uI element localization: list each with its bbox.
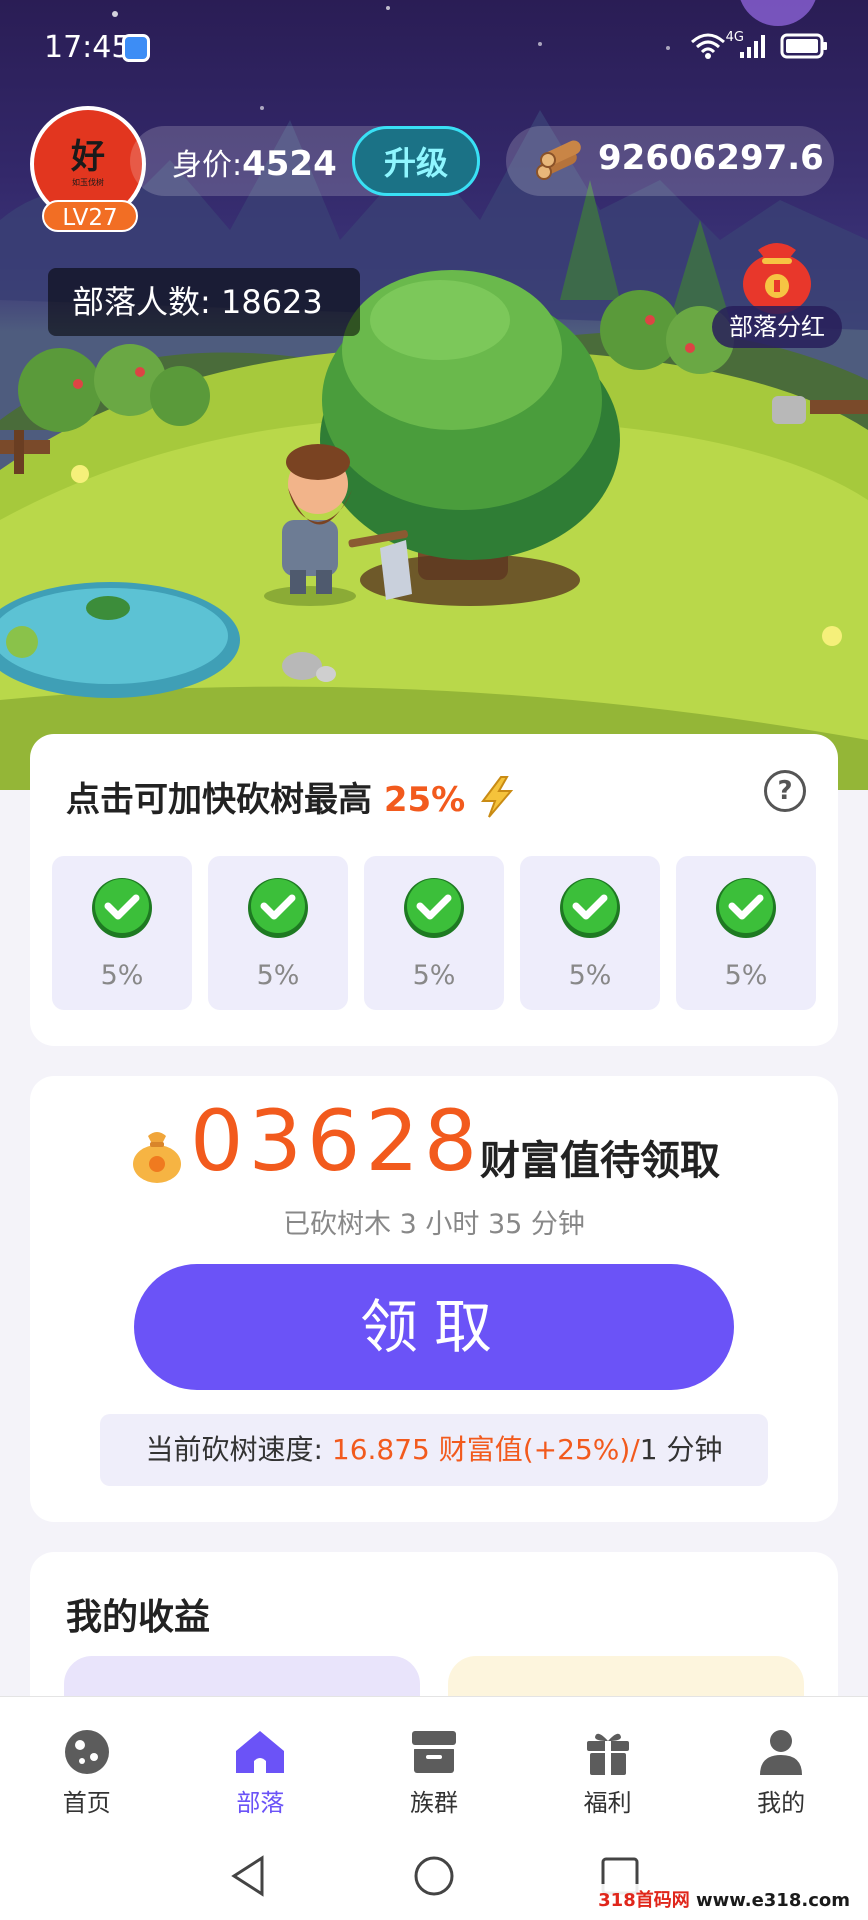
- avatar-glyph: 好: [71, 136, 105, 177]
- worth-display: 身价:4524: [172, 140, 337, 184]
- status-icons: [690, 32, 828, 64]
- boost-step-pct: 5%: [724, 960, 768, 991]
- level-badge: LV27: [42, 200, 138, 232]
- tribe-member-count: 部落人数: 18623: [48, 268, 360, 336]
- check-circle-icon: [92, 878, 152, 938]
- tribe-count-label: 部落人数:: [72, 283, 211, 321]
- tab-label: 部落: [236, 1789, 285, 1817]
- system-navigation-bar: 318首码网 www.e318.com: [0, 1828, 868, 1920]
- signal-icon: [738, 32, 768, 64]
- check-circle-icon: [404, 878, 464, 938]
- speed-value: 16.875 财富值(+25%)/: [331, 1433, 640, 1466]
- tab-tribe[interactable]: 部落: [174, 1697, 348, 1828]
- watermark-right: www.e318.com: [689, 1890, 850, 1911]
- upgrade-button[interactable]: 升级: [352, 126, 480, 196]
- tab-label: 我的: [757, 1789, 806, 1817]
- worth-value: 4524: [242, 144, 337, 184]
- user-icon: [760, 1730, 803, 1775]
- boost-step[interactable]: 5%: [208, 856, 348, 1010]
- boost-step[interactable]: 5%: [520, 856, 660, 1010]
- app-notification-icon: [122, 34, 150, 62]
- status-time: 17:45: [44, 30, 131, 65]
- back-icon[interactable]: [228, 1854, 272, 1898]
- boost-step[interactable]: 5%: [364, 856, 504, 1010]
- worth-label: 身价:: [172, 148, 243, 183]
- battery-icon: [780, 32, 828, 64]
- boost-step-pct: 5%: [256, 960, 300, 991]
- speed-label: 当前砍树速度:: [145, 1433, 323, 1466]
- check-circle-icon: [248, 878, 308, 938]
- wealth-pending-value: 03628: [190, 1092, 483, 1190]
- store-icon: [411, 1731, 456, 1773]
- wood-logs-icon: [534, 138, 586, 186]
- site-watermark: 318首码网 www.e318.com: [592, 1884, 856, 1914]
- boost-step-pct: 5%: [568, 960, 612, 991]
- planet-icon: [64, 1730, 109, 1774]
- money-bag-icon: [133, 1132, 181, 1183]
- tribe-dividend-label[interactable]: 部落分红: [712, 306, 842, 348]
- elapsed-time: 已砍树木 3 小时 35 分钟: [283, 1209, 585, 1240]
- tab-home[interactable]: 首页: [0, 1697, 174, 1828]
- wealth-pending-label: 财富值待领取: [480, 1138, 720, 1184]
- lightning-icon: [481, 776, 514, 818]
- boost-step-pct: 5%: [100, 960, 144, 991]
- tab-me[interactable]: 我的: [694, 1697, 868, 1828]
- gift-icon: [586, 1733, 629, 1775]
- income-title: 我的收益: [66, 1597, 211, 1638]
- game-scene[interactable]: [0, 0, 868, 790]
- tab-label: 福利: [583, 1789, 632, 1817]
- boost-title: 点击可加快砍树最高 25%: [66, 772, 517, 821]
- tab-label: 首页: [62, 1789, 111, 1817]
- avatar-subtext: 如玉伐树: [72, 178, 104, 187]
- check-circle-icon: [560, 878, 620, 938]
- chop-speed: 当前砍树速度: 16.875 财富值(+25%)/1 分钟: [100, 1414, 768, 1486]
- home-icon: [236, 1731, 285, 1773]
- help-icon[interactable]: ?: [764, 770, 806, 812]
- boost-step[interactable]: 5%: [676, 856, 816, 1010]
- wealth-card: 03628 财富值待领取 已砍树木 3 小时 35 分钟 领取 当前砍树速度: …: [30, 1076, 838, 1522]
- status-bar: 17:45 4G: [0, 0, 868, 96]
- boost-step[interactable]: 5%: [52, 856, 192, 1010]
- wood-balance-value: 92606297.6: [598, 138, 824, 178]
- watermark-left: 318首码网: [598, 1890, 690, 1911]
- speed-unit: 1 分钟: [639, 1433, 723, 1466]
- boost-step-pct: 5%: [412, 960, 456, 991]
- tab-welfare[interactable]: 福利: [521, 1697, 695, 1828]
- home-nav-icon[interactable]: [412, 1854, 456, 1898]
- scene-illustration: [0, 0, 868, 790]
- claim-button[interactable]: 领取: [134, 1264, 734, 1390]
- boost-card: 点击可加快砍树最高 25% ? 5% 5% 5% 5% 5%: [30, 734, 838, 1046]
- tab-label: 族群: [409, 1789, 458, 1817]
- bottom-tab-bar: 首页 部落 族群 福利 我的: [0, 1696, 868, 1828]
- wifi-icon: [690, 32, 726, 64]
- boost-title-text: 点击可加快砍树最高: [66, 780, 372, 820]
- check-circle-icon: [716, 878, 776, 938]
- boost-title-highlight: 25%: [383, 780, 466, 820]
- tribe-count-value: 18623: [220, 283, 323, 321]
- tab-group[interactable]: 族群: [347, 1697, 521, 1828]
- boost-steps: 5% 5% 5% 5% 5%: [52, 856, 816, 1010]
